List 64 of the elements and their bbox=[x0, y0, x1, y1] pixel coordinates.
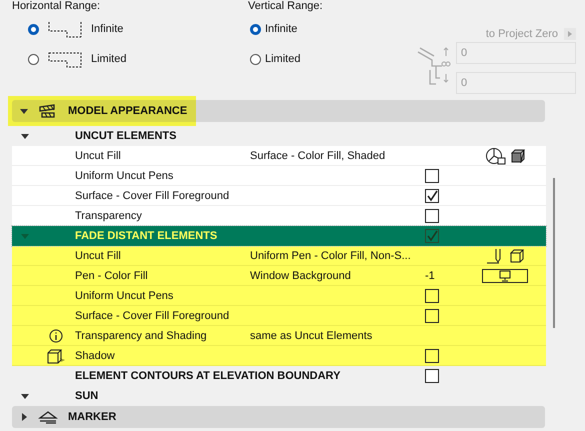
range-label: Vertical Range: bbox=[248, 0, 324, 14]
fill-brush-icon[interactable] bbox=[485, 146, 507, 164]
triangle-down-icon[interactable] bbox=[20, 392, 28, 400]
property-value: Uniform Pen - Color Fill, Non-S... bbox=[250, 250, 412, 262]
group-label: UNCUT ELEMENTS bbox=[75, 130, 178, 142]
cube-icon bbox=[46, 348, 66, 364]
radio-button[interactable] bbox=[28, 24, 39, 34]
property-row[interactable]: Pen - Color Fill Window Background -1 bbox=[12, 266, 546, 286]
property-label: Uniform Uncut Pens bbox=[75, 290, 174, 302]
triangle-down-icon[interactable] bbox=[20, 132, 28, 140]
group-row[interactable]: FADE DISTANT ELEMENTS bbox=[12, 226, 546, 246]
property-row[interactable]: Uniform Uncut Pens bbox=[12, 286, 546, 306]
radio-button[interactable] bbox=[250, 54, 261, 64]
info-icon bbox=[49, 328, 63, 342]
monitor-icon bbox=[498, 270, 512, 282]
property-value: Window Background bbox=[250, 270, 352, 282]
triangle-down-icon bbox=[20, 107, 28, 115]
property-row[interactable]: Transparency and Shading same as Uncut Elements bbox=[12, 326, 546, 346]
project-zero-label: to Project Zero bbox=[486, 28, 558, 40]
property-row[interactable]: Surface - Cover Fill Foreground bbox=[12, 186, 546, 206]
group-label: ELEMENT CONTOURS AT ELEVATION BOUNDARY bbox=[75, 370, 342, 382]
property-row[interactable]: Uncut Fill Surface - Color Fill, Shaded bbox=[12, 146, 546, 166]
triangle-right-icon bbox=[20, 413, 28, 421]
property-label: Transparency bbox=[75, 210, 143, 222]
property-row[interactable]: Uncut Fill Uniform Pen - Color Fill, Non-S... bbox=[12, 246, 546, 266]
section-header[interactable]: MARKER bbox=[12, 406, 545, 428]
pen-number: -1 bbox=[425, 270, 435, 282]
cube-icon[interactable] bbox=[510, 248, 524, 262]
property-label: Shadow bbox=[75, 350, 116, 362]
option-label: Infinite bbox=[91, 23, 124, 35]
group-label: SUN bbox=[75, 390, 100, 402]
section-header[interactable]: MODEL APPEARANCE bbox=[12, 100, 545, 122]
property-row[interactable]: Uniform Uncut Pens bbox=[12, 166, 546, 186]
marker-icon bbox=[38, 410, 58, 424]
scrollbar-thumb[interactable] bbox=[553, 178, 555, 328]
checkbox[interactable] bbox=[425, 229, 439, 243]
radio-button[interactable] bbox=[250, 24, 261, 34]
property-label: Uncut Fill bbox=[75, 150, 122, 162]
radio-button[interactable] bbox=[28, 54, 39, 64]
property-label: Transparency and Shading bbox=[75, 330, 208, 342]
property-row[interactable]: Shadow bbox=[12, 346, 546, 366]
checkbox[interactable] bbox=[425, 288, 439, 302]
property-label: Uniform Uncut Pens bbox=[75, 170, 174, 182]
property-row[interactable]: Transparency bbox=[12, 206, 546, 226]
checkbox[interactable] bbox=[425, 188, 439, 202]
option-label: Limited bbox=[265, 53, 300, 65]
option-label: Infinite bbox=[265, 23, 298, 35]
checkbox[interactable] bbox=[425, 348, 439, 362]
monitor-button[interactable] bbox=[482, 268, 528, 282]
property-label: Surface - Cover Fill Foreground bbox=[75, 190, 230, 202]
property-value: same as Uncut Elements bbox=[250, 330, 374, 342]
property-label: Surface - Cover Fill Foreground bbox=[75, 310, 230, 322]
checkbox[interactable] bbox=[425, 308, 439, 322]
group-label: FADE DISTANT ELEMENTS bbox=[75, 230, 218, 242]
property-value: Surface - Color Fill, Shaded bbox=[250, 150, 386, 162]
option-label: Limited bbox=[91, 53, 126, 65]
range-label: Horizontal Range: bbox=[12, 0, 102, 14]
checkbox[interactable] bbox=[425, 168, 439, 182]
property-label: Pen - Color Fill bbox=[75, 270, 149, 282]
checkbox[interactable] bbox=[425, 369, 439, 383]
cube-icon[interactable] bbox=[511, 148, 525, 162]
property-label: Uncut Fill bbox=[75, 250, 122, 262]
checkbox[interactable] bbox=[425, 208, 439, 222]
property-row[interactable]: Surface - Cover Fill Foreground bbox=[12, 306, 546, 326]
